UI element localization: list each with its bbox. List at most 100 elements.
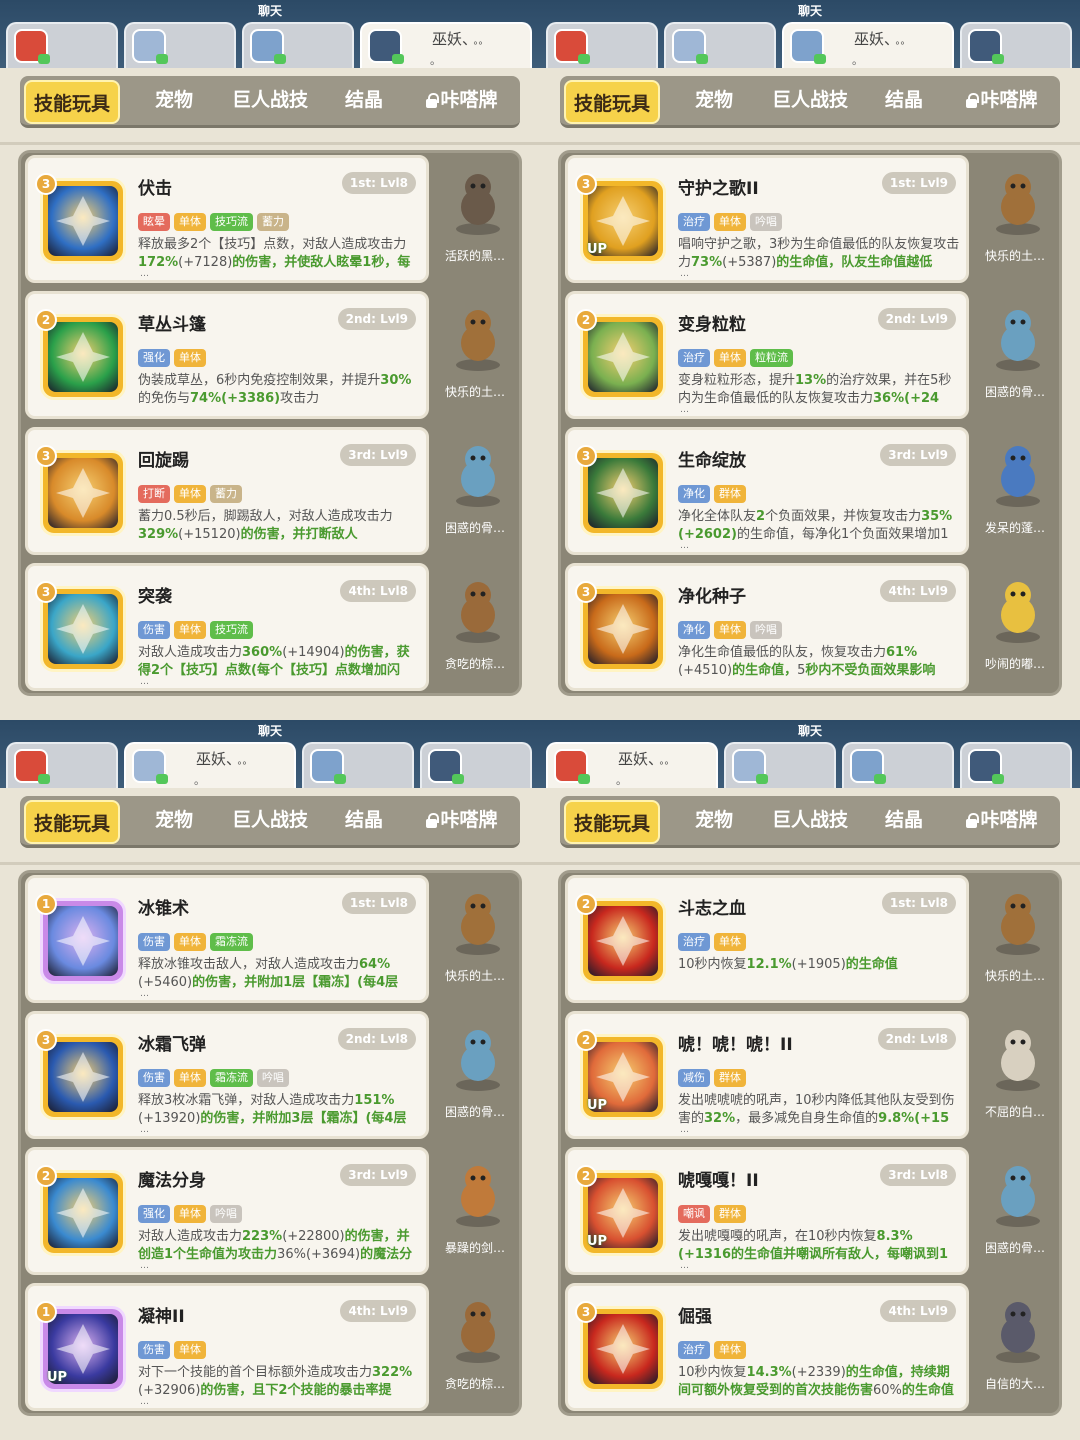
skill-card[interactable]: 3 冰霜飞弹 2nd: Lvl8 伤害 单体 霜冻流 吟唱 释放3枚冰霜飞弹，对敌人造成攻击力… <box>25 1011 429 1139</box>
skill-tag: 蓄力 <box>257 213 289 231</box>
tab-skill-toys[interactable]: 技能玩具 <box>564 800 660 844</box>
tab-pets[interactable]: 宠物 <box>132 796 216 844</box>
pet-name: 快乐的土… <box>984 249 1045 263</box>
tab-crystals[interactable]: 结晶 <box>866 796 942 844</box>
player-tab-3[interactable]: 巫妖、。。。 <box>782 22 954 68</box>
tab-pets[interactable]: 宠物 <box>672 796 756 844</box>
player-tab-2[interactable] <box>124 22 236 68</box>
more-ellipsis: … <box>140 269 149 279</box>
tab-giant-skills[interactable]: 巨人战技 <box>756 76 864 124</box>
description-segment: 发出唬嘎嘎的吼声，在10秒内恢复 <box>678 1229 877 1244</box>
tab-crystals[interactable]: 结晶 <box>866 76 942 124</box>
skill-name: 变身粒粒 <box>678 315 746 335</box>
slot-level-badge: 1st: Lvl8 <box>341 892 416 914</box>
pet-slot[interactable]: 快乐的土… <box>431 875 517 1003</box>
chat-label[interactable]: 聊天 <box>0 722 540 739</box>
skill-card[interactable]: 2 UP 唬嘎嘎！II 3rd: Lvl8 嘲讽 群体 发出唬嘎嘎的吼声，在10秒内恢复8.… <box>565 1147 969 1275</box>
more-ellipsis: … <box>680 1261 689 1271</box>
skill-card[interactable]: 2 UP 唬！唬！唬！II 2nd: Lvl8 减伤 群体 发出唬唬唬的吼声，10秒内降低其… <box>565 1011 969 1139</box>
player-tab-1[interactable] <box>6 742 118 788</box>
pet-slot[interactable]: 困惑的骨… <box>431 1011 517 1139</box>
skill-card[interactable]: 3 倔强 4th: Lvl9 治疗 单体 10秒内恢复14.3%(+2339)的生命值，持… <box>565 1283 969 1411</box>
pet-slot[interactable]: 活跃的黑… <box>431 155 517 283</box>
player-tab-3[interactable] <box>302 742 414 788</box>
tab-click-cards[interactable]: 咔嗒牌 <box>410 796 514 844</box>
pet-slot[interactable]: 自信的大… <box>971 1283 1057 1411</box>
more-ellipsis: … <box>140 677 149 687</box>
description-segment: 14.3% <box>746 1365 792 1380</box>
player-tab-3[interactable] <box>242 22 354 68</box>
pet-creature-icon <box>456 174 500 235</box>
pet-slot[interactable]: 快乐的土… <box>431 291 517 419</box>
player-tab-2[interactable] <box>664 22 776 68</box>
pet-slot[interactable]: 吵闹的嘟… <box>971 563 1057 691</box>
tab-skill-toys[interactable]: 技能玩具 <box>564 80 660 124</box>
skill-glyph-icon <box>56 916 110 966</box>
chat-bubble-icon <box>38 54 50 64</box>
skill-card[interactable]: 3 生命绽放 3rd: Lvl9 净化 群体 净化全体队友2个负面效果，并恢复攻击力35%… <box>565 427 969 555</box>
skill-tag: 治疗 <box>678 213 710 231</box>
skill-card[interactable]: 1 UP 凝神II 4th: Lvl9 伤害 单体 对下一个技能的首个目标额外造成攻击力32… <box>25 1283 429 1411</box>
pet-slot[interactable]: 暴躁的剑… <box>431 1147 517 1275</box>
pet-slot[interactable]: 贪吃的棕… <box>431 1283 517 1411</box>
pet-slot[interactable]: 困惑的骨… <box>971 291 1057 419</box>
tab-giant-skills[interactable]: 巨人战技 <box>756 796 864 844</box>
pet-slot[interactable]: 快乐的土… <box>971 155 1057 283</box>
skill-card[interactable]: 3 突袭 4th: Lvl8 伤害 单体 技巧流 对敌人造成攻击力360%(+14904)的… <box>25 563 429 691</box>
skill-card[interactable]: 3 净化种子 4th: Lvl9 净化 单体 吟唱 净化生命值最低的队友，恢复攻击力61% (… <box>565 563 969 691</box>
tab-skill-toys[interactable]: 技能玩具 <box>24 800 120 844</box>
pet-creature-icon <box>996 1302 1040 1363</box>
player-tab-4[interactable] <box>960 742 1072 788</box>
slot-level-badge: 4th: Lvl9 <box>340 1300 416 1322</box>
pet-slot[interactable]: 困惑的骨… <box>971 1147 1057 1275</box>
chat-label[interactable]: 聊天 <box>540 722 1080 739</box>
skill-card[interactable]: 3 伏击 1st: Lvl8 眩晕 单体 技巧流 蓄力 释放最多2个【技巧】点数，对敌人造成攻… <box>25 155 429 283</box>
tab-giant-skills[interactable]: 巨人战技 <box>216 796 324 844</box>
chat-label[interactable]: 聊天 <box>540 2 1080 19</box>
pet-slot[interactable]: 困惑的骨… <box>431 427 517 555</box>
skill-card[interactable]: 1 冰锥术 1st: Lvl8 伤害 单体 霜冻流 释放冰锥攻击敌人，对敌人造成攻击力64%… <box>25 875 429 1003</box>
pet-slot[interactable]: 贪吃的棕… <box>431 563 517 691</box>
pet-slot[interactable]: 快乐的土… <box>971 875 1057 1003</box>
tab-click-cards[interactable]: 咔嗒牌 <box>950 76 1054 124</box>
description-segment: 释放冰锥攻击敌人，对敌人造成攻击力 <box>138 957 360 972</box>
pet-slot[interactable]: 不屈的白… <box>971 1011 1057 1139</box>
skill-description: 对敌人造成攻击力223%(+22800)的伤害，并创造1个生命值为攻击力36%(… <box>138 1228 420 1264</box>
player-tab-1[interactable] <box>6 22 118 68</box>
skill-card[interactable]: 3 UP 守护之歌II 1st: Lvl9 治疗 单体 吟唱 唱响守护之歌，3秒为生命值最低的… <box>565 155 969 283</box>
skill-card[interactable]: 2 魔法分身 3rd: Lvl9 强化 单体 吟唱 对敌人造成攻击力223%(+22800)… <box>25 1147 429 1275</box>
skill-glyph-icon <box>596 468 650 518</box>
tab-pets[interactable]: 宠物 <box>132 76 216 124</box>
player-tab-4[interactable]: 巫妖、。。。 <box>360 22 532 68</box>
skill-card[interactable]: 3 回旋踢 3rd: Lvl9 打断 单体 蓄力 蓄力0.5秒后，脚踢敌人，对敌人造成攻击力… <box>25 427 429 555</box>
player-tab-2[interactable] <box>724 742 836 788</box>
pet-slot[interactable]: 发呆的蓬… <box>971 427 1057 555</box>
tab-skill-toys[interactable]: 技能玩具 <box>24 80 120 124</box>
category-tabs: 技能玩具 宠物 巨人战技 结晶 咔嗒牌 <box>560 796 1060 848</box>
skill-card[interactable]: 2 斗志之血 1st: Lvl8 治疗 单体 10秒内恢复12.1%(+1905)的生命值 <box>565 875 969 1003</box>
skill-card[interactable]: 2 变身粒粒 2nd: Lvl9 治疗 单体 粒粒流 变身粒粒形态，提升13%的治疗效果，并… <box>565 291 969 419</box>
upgrade-badge: UP <box>587 1098 608 1113</box>
pet-creature-icon <box>456 1166 500 1227</box>
tab-click-cards[interactable]: 咔嗒牌 <box>410 76 514 124</box>
chat-label[interactable]: 聊天 <box>0 2 540 19</box>
pet-name: 吵闹的嘟… <box>984 657 1045 671</box>
player-tab-4[interactable] <box>420 742 532 788</box>
tab-crystals[interactable]: 结晶 <box>326 796 402 844</box>
skill-tags: 治疗 单体 <box>678 930 750 951</box>
player-tab-1[interactable] <box>546 22 658 68</box>
player-tab-2[interactable]: 巫妖、。。。 <box>124 742 296 788</box>
tab-crystals[interactable]: 结晶 <box>326 76 402 124</box>
player-tab-3[interactable] <box>842 742 954 788</box>
tab-click-cards[interactable]: 咔嗒牌 <box>950 796 1054 844</box>
tab-pets[interactable]: 宠物 <box>672 76 756 124</box>
tab-giant-skills[interactable]: 巨人战技 <box>216 76 324 124</box>
player-tab-1[interactable]: 巫妖、。。。 <box>546 742 718 788</box>
skill-card[interactable]: 2 草丛斗篷 2nd: Lvl9 强化 单体 伪装成草丛，6秒内免疫控制效果，并提升30%… <box>25 291 429 419</box>
player-tab-4[interactable] <box>960 22 1072 68</box>
description-segment: (+22800) <box>282 1229 345 1244</box>
player-bar: 聊天巫妖、。。。 <box>540 720 1080 788</box>
skill-icon-frame: 3 UP <box>575 173 666 264</box>
skill-name: 魔法分身 <box>138 1171 206 1191</box>
skill-glyph-icon <box>596 604 650 654</box>
